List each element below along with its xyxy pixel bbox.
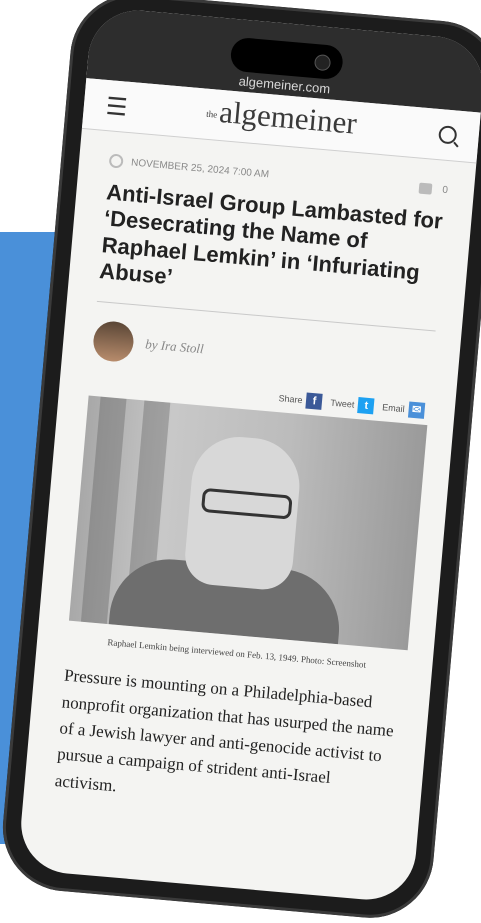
email-icon[interactable]: ✉ [407,401,426,419]
article-body: Pressure is mounting on a Philadelphia-b… [54,665,395,795]
byline[interactable]: by Ira Stoll [145,336,205,357]
share-label: Share [278,392,303,405]
comment-count[interactable]: 0 [442,184,449,195]
facebook-icon[interactable]: f [305,392,324,410]
article-headline: Anti-Israel Group Lambasted for ‘Desecra… [98,179,444,290]
clock-icon [108,153,124,169]
camera-icon [313,53,332,72]
author-avatar[interactable] [91,319,136,363]
twitter-icon[interactable]: t [357,396,376,415]
email-label[interactable]: Email [382,402,405,414]
article: NOVEMBER 25, 2024 7:00 AM 0 Anti-Israel … [24,129,476,826]
article-photo[interactable] [68,395,428,650]
logo-text: algemeiner [218,93,359,141]
logo-prefix: the [205,108,218,120]
phone-screen: algemeiner.com ☰ thealgemeiner NOVEMBER … [17,6,481,904]
search-icon[interactable] [437,125,458,145]
tweet-label[interactable]: Tweet [330,397,355,409]
phone-frame: algemeiner.com ☰ thealgemeiner NOVEMBER … [0,0,481,923]
comment-icon[interactable] [418,182,433,195]
